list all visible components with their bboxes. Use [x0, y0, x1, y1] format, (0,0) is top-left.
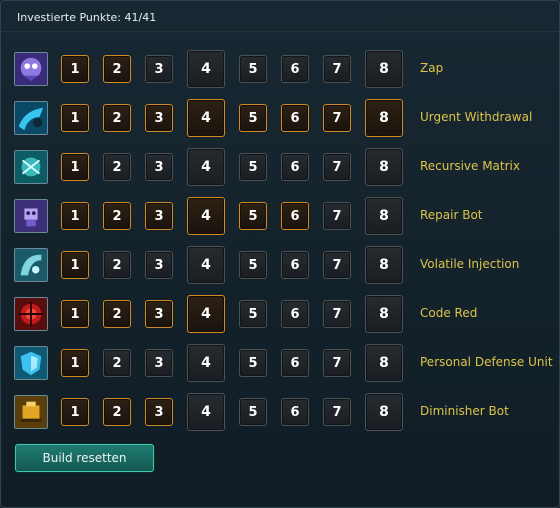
tier-button-3[interactable]: 3 — [145, 153, 173, 181]
tier-button-8[interactable]: 8 — [365, 344, 403, 382]
tier-button-8[interactable]: 8 — [365, 246, 403, 284]
tier-button-8[interactable]: 8 — [365, 295, 403, 333]
tier-button-8[interactable]: 8 — [365, 393, 403, 431]
tier-button-5[interactable]: 5 — [239, 398, 267, 426]
tier-button-1[interactable]: 1 — [61, 349, 89, 377]
tier-button-4[interactable]: 4 — [187, 295, 225, 333]
tier-button-2[interactable]: 2 — [103, 153, 131, 181]
tier-button-5[interactable]: 5 — [239, 349, 267, 377]
skill-row: 1 2 3 4 5 6 7 8 Diminisher Bot — [1, 390, 559, 434]
tier-button-2[interactable]: 2 — [103, 251, 131, 279]
tier-button-3[interactable]: 3 — [145, 300, 173, 328]
tier-button-1[interactable]: 1 — [61, 55, 89, 83]
skill-name: Recursive Matrix — [420, 159, 520, 173]
code-red-icon — [14, 297, 48, 331]
repair-bot-icon — [14, 199, 48, 233]
tier-button-2[interactable]: 2 — [103, 55, 131, 83]
tier-button-1[interactable]: 1 — [61, 153, 89, 181]
tier-button-7[interactable]: 7 — [323, 251, 351, 279]
tier-button-5[interactable]: 5 — [239, 251, 267, 279]
tier-button-3[interactable]: 3 — [145, 202, 173, 230]
tier-button-6[interactable]: 6 — [281, 398, 309, 426]
skill-row: 1 2 3 4 5 6 7 8 Volatile Injection — [1, 243, 559, 287]
tier-button-1[interactable]: 1 — [61, 398, 89, 426]
tier-button-2[interactable]: 2 — [103, 300, 131, 328]
skill-name: Volatile Injection — [420, 257, 520, 271]
tier-button-3[interactable]: 3 — [145, 349, 173, 377]
header-divider — [1, 31, 559, 32]
tier-button-7[interactable]: 7 — [323, 104, 351, 132]
tier-button-2[interactable]: 2 — [103, 104, 131, 132]
tier-button-4[interactable]: 4 — [187, 197, 225, 235]
skill-name: Repair Bot — [420, 208, 483, 222]
tier-button-8[interactable]: 8 — [365, 99, 403, 137]
tier-button-6[interactable]: 6 — [281, 300, 309, 328]
recursive-matrix-icon — [14, 150, 48, 184]
skill-name: Code Red — [420, 306, 478, 320]
tier-button-1[interactable]: 1 — [61, 202, 89, 230]
tier-button-2[interactable]: 2 — [103, 398, 131, 426]
tier-button-6[interactable]: 6 — [281, 202, 309, 230]
tier-button-4[interactable]: 4 — [187, 50, 225, 88]
tier-button-5[interactable]: 5 — [239, 153, 267, 181]
tier-button-7[interactable]: 7 — [323, 55, 351, 83]
zap-icon — [14, 52, 48, 86]
personal-defense-unit-icon — [14, 346, 48, 380]
tier-button-2[interactable]: 2 — [103, 349, 131, 377]
tier-button-7[interactable]: 7 — [323, 153, 351, 181]
tier-button-7[interactable]: 7 — [323, 300, 351, 328]
tier-button-7[interactable]: 7 — [323, 202, 351, 230]
tier-button-8[interactable]: 8 — [365, 197, 403, 235]
skill-name: Personal Defense Unit — [420, 355, 553, 369]
tier-button-6[interactable]: 6 — [281, 251, 309, 279]
tier-button-3[interactable]: 3 — [145, 55, 173, 83]
skill-name: Urgent Withdrawal — [420, 110, 533, 124]
skill-panel: Investierte Punkte: 41/41 1 2 3 4 5 6 7 8 Zap 1 2 3… — [0, 0, 560, 508]
skill-name: Diminisher Bot — [420, 404, 509, 418]
tier-button-3[interactable]: 3 — [145, 251, 173, 279]
tier-button-8[interactable]: 8 — [365, 148, 403, 186]
tier-button-6[interactable]: 6 — [281, 153, 309, 181]
tier-button-4[interactable]: 4 — [187, 393, 225, 431]
skill-row: 1 2 3 4 5 6 7 8 Zap — [1, 47, 559, 91]
urgent-withdrawal-icon — [14, 101, 48, 135]
tier-button-4[interactable]: 4 — [187, 246, 225, 284]
tier-button-3[interactable]: 3 — [145, 104, 173, 132]
tier-button-8[interactable]: 8 — [365, 50, 403, 88]
tier-button-5[interactable]: 5 — [239, 202, 267, 230]
tier-button-4[interactable]: 4 — [187, 148, 225, 186]
tier-button-5[interactable]: 5 — [239, 300, 267, 328]
skill-name: Zap — [420, 61, 444, 75]
tier-button-1[interactable]: 1 — [61, 251, 89, 279]
skill-row: 1 2 3 4 5 6 7 8 Personal Defense Unit — [1, 341, 559, 385]
diminisher-bot-icon — [14, 395, 48, 429]
tier-button-6[interactable]: 6 — [281, 55, 309, 83]
points-invested-label: Investierte Punkte: 41/41 — [17, 11, 157, 24]
reset-build-button[interactable]: Build resetten — [15, 444, 154, 472]
tier-button-4[interactable]: 4 — [187, 99, 225, 137]
skill-row: 1 2 3 4 5 6 7 8 Repair Bot — [1, 194, 559, 238]
volatile-injection-icon — [14, 248, 48, 282]
skill-row: 1 2 3 4 5 6 7 8 Recursive Matrix — [1, 145, 559, 189]
tier-button-1[interactable]: 1 — [61, 104, 89, 132]
tier-button-6[interactable]: 6 — [281, 104, 309, 132]
tier-button-4[interactable]: 4 — [187, 344, 225, 382]
tier-button-7[interactable]: 7 — [323, 398, 351, 426]
tier-button-1[interactable]: 1 — [61, 300, 89, 328]
skill-row: 1 2 3 4 5 6 7 8 Urgent Withdrawal — [1, 96, 559, 140]
tier-button-2[interactable]: 2 — [103, 202, 131, 230]
tier-button-5[interactable]: 5 — [239, 55, 267, 83]
skill-row: 1 2 3 4 5 6 7 8 Code Red — [1, 292, 559, 336]
tier-button-7[interactable]: 7 — [323, 349, 351, 377]
tier-button-6[interactable]: 6 — [281, 349, 309, 377]
tier-button-5[interactable]: 5 — [239, 104, 267, 132]
tier-button-3[interactable]: 3 — [145, 398, 173, 426]
